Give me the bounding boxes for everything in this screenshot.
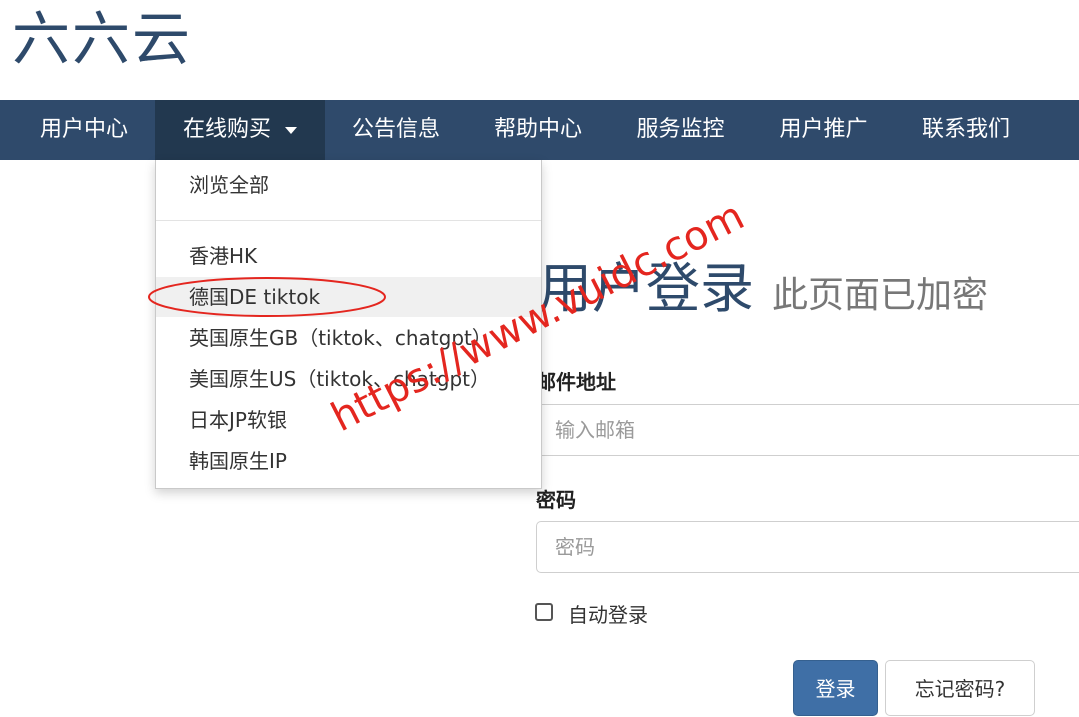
dropdown-item-kr[interactable]: 韩国原生IP bbox=[156, 441, 541, 481]
remember-label[interactable]: 自动登录 bbox=[568, 599, 648, 628]
nav-service-monitor[interactable]: 服务监控 bbox=[609, 100, 752, 160]
nav-announcements[interactable]: 公告信息 bbox=[325, 100, 467, 160]
site-logo[interactable]: 六六云 bbox=[12, 7, 192, 72]
nav-contact-us[interactable]: 联系我们 bbox=[895, 100, 1037, 160]
email-field[interactable] bbox=[536, 404, 1079, 456]
remember-checkbox[interactable] bbox=[535, 603, 553, 621]
password-label: 密码 bbox=[536, 488, 576, 512]
dropdown-divider bbox=[156, 220, 541, 221]
login-subtitle: 此页面已加密 bbox=[772, 275, 989, 316]
nav-buy-online-label: 在线购买 bbox=[182, 117, 271, 142]
annotation-ellipse bbox=[148, 277, 386, 317]
main-navbar: 用户中心 在线购买 公告信息 帮助中心 服务监控 用户推广 联系我们 bbox=[0, 100, 1079, 160]
nav-buy-online[interactable]: 在线购买 bbox=[155, 100, 325, 160]
nav-help-center[interactable]: 帮助中心 bbox=[467, 100, 609, 160]
password-field[interactable] bbox=[536, 521, 1079, 573]
nav-user-promotion[interactable]: 用户推广 bbox=[752, 100, 895, 160]
email-label: 邮件地址 bbox=[536, 370, 616, 394]
caret-down-icon bbox=[285, 126, 297, 134]
nav-user-center[interactable]: 用户中心 bbox=[14, 100, 154, 160]
dropdown-item-browse-all[interactable]: 浏览全部 bbox=[156, 165, 541, 205]
dropdown-item-hk[interactable]: 香港HK bbox=[156, 236, 541, 276]
